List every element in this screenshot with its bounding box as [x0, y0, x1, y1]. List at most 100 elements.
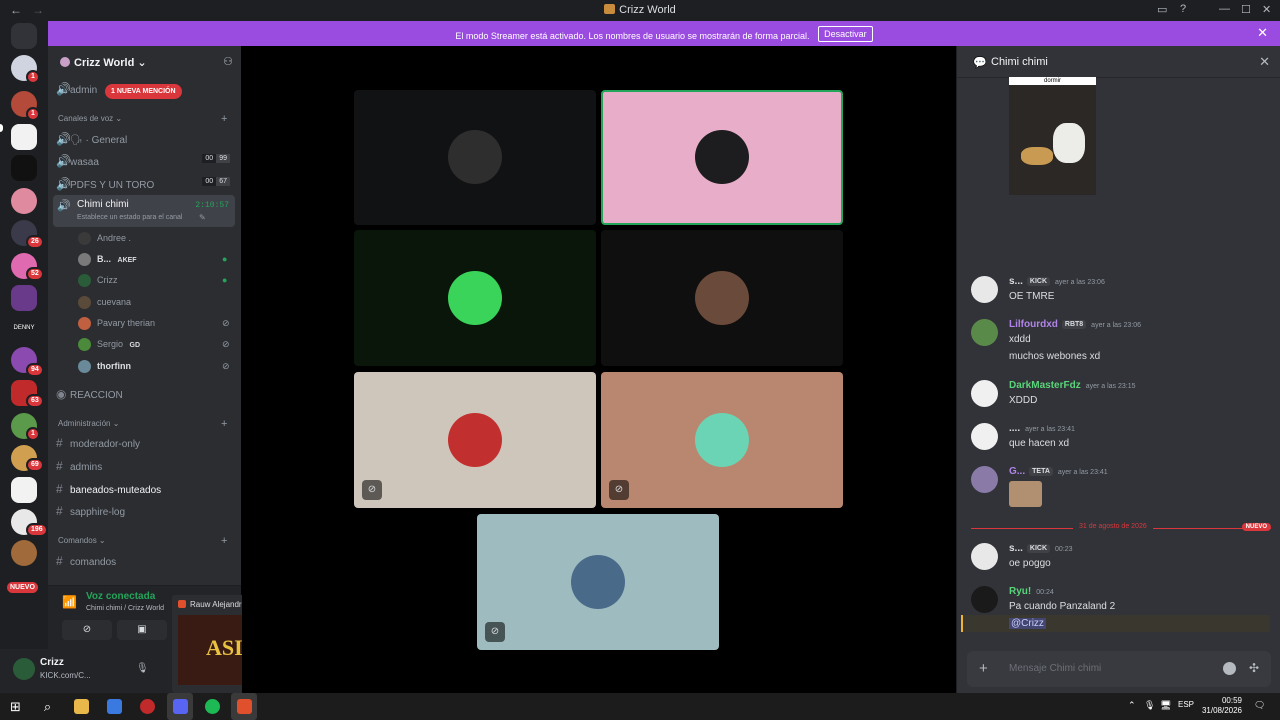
server-icon[interactable]: [11, 188, 37, 214]
file-explorer-icon[interactable]: [74, 699, 89, 714]
channel-reaccion[interactable]: ◉ REACCION: [56, 387, 238, 401]
participant-tile[interactable]: [354, 90, 596, 225]
channel-status[interactable]: Establece un estado para el canal: [77, 214, 182, 221]
participant-tile-speaking[interactable]: [601, 90, 843, 225]
voice-user[interactable]: cuevana: [78, 296, 131, 309]
close-banner-icon[interactable]: ✕: [1257, 25, 1268, 41]
spotify-icon[interactable]: [205, 699, 220, 714]
channel-comandos[interactable]: # comandos: [56, 554, 238, 568]
message-author[interactable]: DarkMasterFdz ayer a las 23:15: [1009, 380, 1136, 391]
server-icon[interactable]: DENNY: [11, 315, 37, 341]
discord-home-icon[interactable]: [11, 23, 37, 49]
brave-browser-icon[interactable]: [237, 699, 252, 714]
avatar: [448, 130, 502, 184]
system-clock[interactable]: 00:59 31/08/2026: [1192, 696, 1242, 716]
voice-user[interactable]: Andree .: [78, 232, 131, 245]
voice-user[interactable]: Pavary therian: [78, 317, 155, 330]
participant-tile[interactable]: ⊘: [601, 372, 843, 508]
channel-pdfs[interactable]: 🔊PDFS Y UN TORO 00 67: [56, 177, 238, 191]
sticker-image[interactable]: [1009, 481, 1042, 507]
channel-prefix: 🗣 ·: [70, 135, 89, 146]
server-icon[interactable]: [11, 477, 37, 503]
emoji-icon[interactable]: [1223, 662, 1236, 675]
voice-state[interactable]: Voz conectada: [86, 591, 155, 602]
add-channel-icon[interactable]: +: [221, 113, 227, 125]
voice-user[interactable]: Crizz: [78, 274, 118, 287]
close-chat-icon[interactable]: ✕: [1259, 54, 1270, 70]
message-input[interactable]: + Mensaje Chimi chimi ✣: [967, 651, 1271, 687]
app-icon[interactable]: [140, 699, 155, 714]
camera-off-button[interactable]: ⊘: [62, 620, 112, 640]
channel-baneados-muteados[interactable]: # baneados-muteados: [56, 482, 238, 496]
category-commands[interactable]: Comandos ⌄ +: [58, 535, 238, 547]
message-author[interactable]: G... TETA ayer a las 23:41: [1009, 466, 1108, 477]
channel-general[interactable]: 🔊🗣 · General: [56, 132, 238, 146]
add-channel-icon[interactable]: +: [221, 535, 227, 547]
app-icon[interactable]: [107, 699, 122, 714]
message-author[interactable]: Lilfourdxd RBT8 ayer a las 23:06: [1009, 319, 1141, 330]
participant-tile[interactable]: ⊘: [354, 372, 596, 508]
inbox-icon[interactable]: ▭: [1157, 3, 1167, 16]
avatar[interactable]: [971, 319, 998, 346]
message-author[interactable]: .... ayer a las 23:41: [1009, 423, 1075, 434]
voice-user[interactable]: Sergio GD: [78, 338, 140, 351]
apps-icon[interactable]: ✣: [1249, 661, 1259, 675]
server-icon-crizz-world[interactable]: [11, 124, 37, 150]
help-icon[interactable]: ?: [1180, 3, 1186, 15]
microphone-icon[interactable]: 🎙: [136, 663, 149, 674]
message-author[interactable]: s... KICK ayer a las 23:06: [1009, 276, 1105, 287]
avatar: [78, 232, 91, 245]
mic-tray-icon[interactable]: 🎙: [1144, 700, 1155, 711]
message-author[interactable]: s... KICK 00:23: [1009, 543, 1073, 554]
image-attachment[interactable]: dormir: [1009, 77, 1096, 195]
add-attachment-icon[interactable]: +: [979, 660, 988, 677]
clan-tag: KICK: [1026, 277, 1051, 286]
user-mention[interactable]: @Crizz: [1009, 618, 1046, 629]
message-author[interactable]: Ryu! 00:24: [1009, 586, 1054, 597]
category-voice[interactable]: Canales de voz ⌄ +: [58, 113, 238, 125]
network-icon[interactable]: 🖥: [1160, 700, 1171, 711]
avatar[interactable]: [971, 466, 998, 493]
discord-taskbar-icon[interactable]: [173, 699, 188, 714]
maximize-icon[interactable]: ☐: [1241, 3, 1251, 16]
category-admin[interactable]: Administración ⌄ +: [58, 418, 238, 430]
avatar[interactable]: [13, 658, 35, 680]
channel-moderador-only[interactable]: # moderador-only: [56, 436, 238, 450]
new-servers-pill[interactable]: NUEVO: [7, 582, 38, 593]
screen-share-button[interactable]: ▣: [117, 620, 167, 640]
participant-tile[interactable]: [601, 230, 843, 366]
close-window-icon[interactable]: ✕: [1262, 3, 1271, 16]
show-hidden-icons-icon[interactable]: ⌃: [1128, 700, 1136, 711]
windows-start-icon[interactable]: ⊞: [8, 699, 23, 714]
signal-icon[interactable]: 📶: [62, 595, 77, 609]
search-icon[interactable]: ⌕: [40, 699, 55, 714]
deafened-icon: ⊘: [222, 361, 230, 371]
deactivate-button[interactable]: Desactivar: [818, 26, 873, 42]
server-icon[interactable]: [11, 540, 37, 566]
channel-label: General: [91, 135, 128, 146]
invite-people-icon[interactable]: ⚇: [223, 55, 233, 68]
voice-user[interactable]: B... AKEF: [78, 253, 137, 266]
avatar[interactable]: [971, 423, 998, 450]
server-badge: 1: [26, 70, 40, 84]
notifications-icon[interactable]: 🗨: [1254, 700, 1265, 711]
participant-tile[interactable]: [354, 230, 596, 366]
channel-chimi-chimi[interactable]: 🔊 Chimi chimi 2:10:57 Establece un estad…: [53, 195, 235, 227]
guild-header[interactable]: Crizz World ⌄ ⚇: [48, 46, 241, 78]
minimize-icon[interactable]: —: [1219, 3, 1230, 15]
participant-tile[interactable]: ⊘: [477, 514, 719, 650]
channel-wasaa[interactable]: 🔊wasaa 00 99: [56, 154, 238, 168]
channel-sapphire-log[interactable]: # sapphire-log: [56, 504, 238, 518]
new-mention-pill[interactable]: 1 NUEVA MENCIÓN: [105, 84, 182, 99]
edit-pencil-icon[interactable]: ✎: [199, 213, 206, 222]
add-channel-icon[interactable]: +: [221, 418, 227, 430]
avatar[interactable]: [971, 380, 998, 407]
server-icon[interactable]: [11, 285, 37, 311]
avatar[interactable]: [971, 276, 998, 303]
channel-admins[interactable]: # admins: [56, 459, 238, 473]
avatar[interactable]: [971, 543, 998, 570]
voice-user[interactable]: thorfinn: [78, 360, 131, 373]
clan-tag: TETA: [1029, 467, 1053, 476]
avatar[interactable]: [971, 586, 998, 613]
kick-server-icon[interactable]: [11, 155, 37, 181]
